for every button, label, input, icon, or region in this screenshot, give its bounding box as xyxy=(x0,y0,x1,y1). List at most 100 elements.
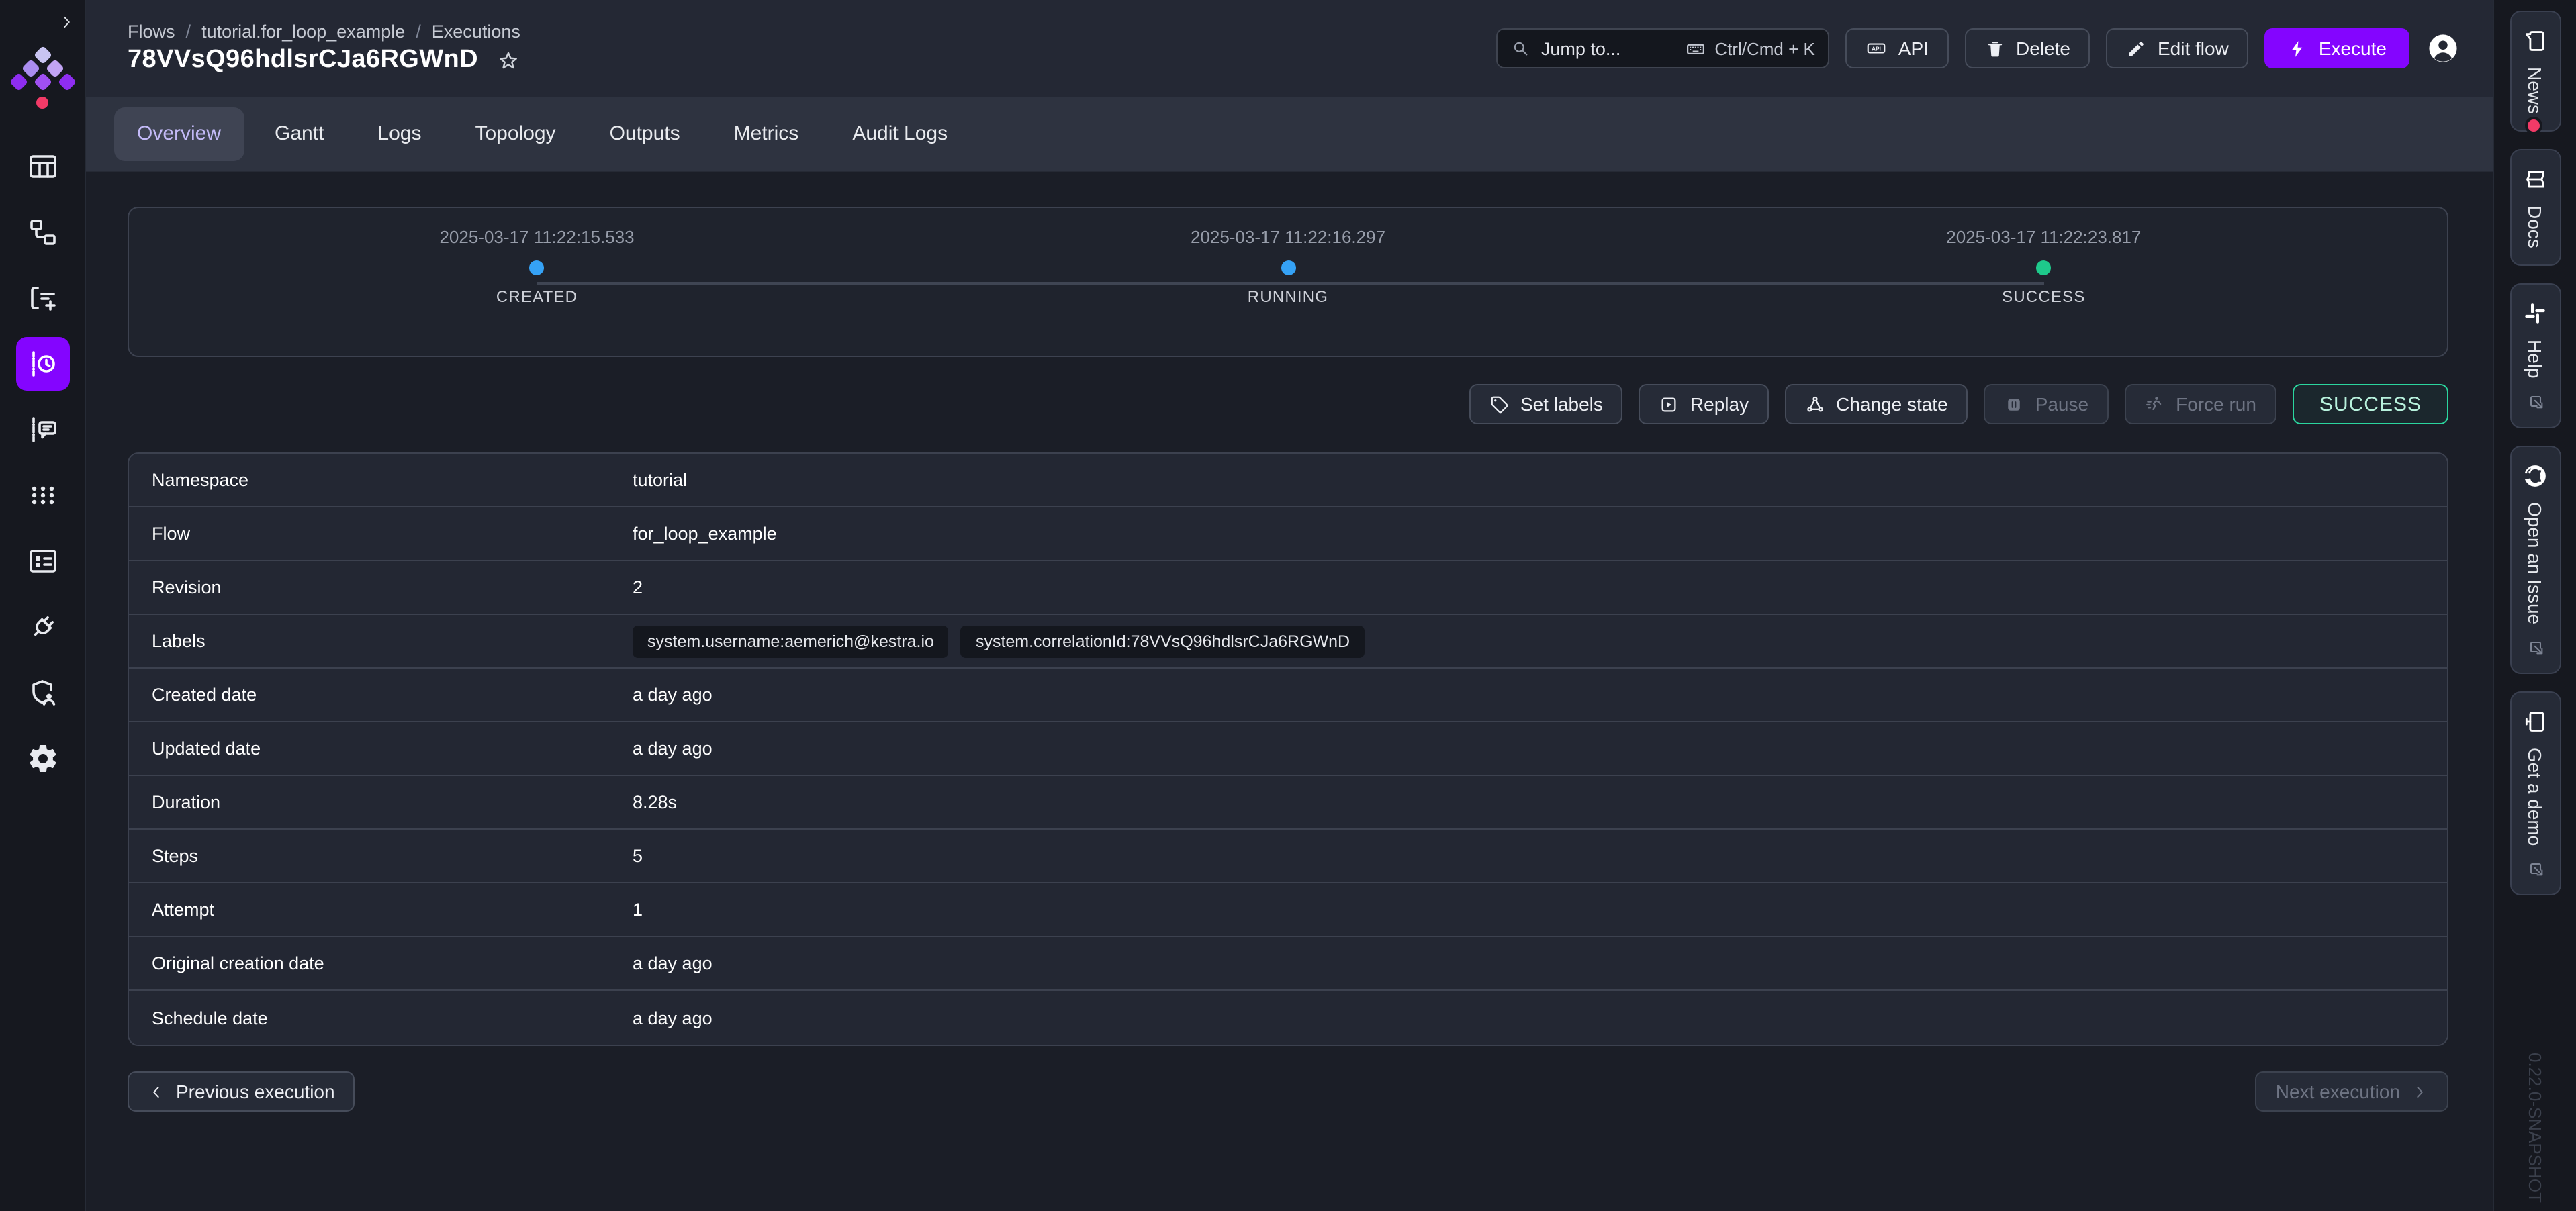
header-actions: Jump to... Ctrl/Cmd + K API API Delete xyxy=(1497,28,2460,68)
rail-button-news[interactable]: News xyxy=(2510,11,2561,132)
row-value: for_loop_example xyxy=(633,524,777,544)
row-label: Attempt xyxy=(129,900,633,920)
button-label: Pause xyxy=(2035,393,2088,415)
tab-label: Outputs xyxy=(610,122,680,145)
keyboard-icon xyxy=(1685,38,1705,58)
row-value-text: a day ago xyxy=(633,685,712,705)
left-sidebar xyxy=(0,0,86,1211)
replay-icon xyxy=(1659,394,1680,414)
open-in-new-icon xyxy=(2526,391,2544,410)
sidebar-nav xyxy=(0,140,85,785)
sidebar-item-flows[interactable] xyxy=(15,205,69,259)
label-chip[interactable]: system.correlationId:78VVsQ96hdlsrCJa6RG… xyxy=(961,625,1365,657)
tab-metrics[interactable]: Metrics xyxy=(711,107,822,160)
lightning-icon xyxy=(2288,38,2308,58)
logo-diamond xyxy=(57,72,76,91)
delete-button[interactable]: Delete xyxy=(1965,28,2090,68)
rail-button-help[interactable]: Help xyxy=(2510,283,2561,428)
breadcrumb-item-tutorial-for-loop-example[interactable]: tutorial.for_loop_example xyxy=(201,21,405,42)
actions-row: Set labels Replay Change state Pause Force r… xyxy=(128,384,2448,424)
chevron-left-icon xyxy=(148,1083,165,1100)
plug-icon xyxy=(26,611,58,643)
row-value-text: a day ago xyxy=(633,1008,712,1028)
milestone-success: 2025-03-17 11:22:23.817SUCCESS xyxy=(1896,208,2191,305)
version-label: 0.22.0-SNAPSHOT xyxy=(2525,1053,2545,1203)
execute-button[interactable]: Execute xyxy=(2265,28,2409,68)
api-button[interactable]: API API xyxy=(1846,28,1949,68)
book-icon xyxy=(2522,166,2548,192)
set-labels-button[interactable]: Set labels xyxy=(1469,384,1623,424)
sidebar-item-namespaces[interactable] xyxy=(15,469,69,522)
replay-button[interactable]: Replay xyxy=(1639,384,1769,424)
row-label: Flow xyxy=(129,524,633,544)
button-label: Set labels xyxy=(1520,393,1603,415)
milestone-state: RUNNING xyxy=(1140,287,1436,305)
rail-button-get-a-demo[interactable]: Get a demo xyxy=(2510,691,2561,895)
sidebar-item-plugins[interactable] xyxy=(15,600,69,654)
tag-icon xyxy=(1489,394,1510,414)
sidebar-item-settings[interactable] xyxy=(15,732,69,785)
row-label: Namespace xyxy=(129,470,633,490)
sidebar-item-logs[interactable] xyxy=(15,403,69,456)
row-label: Revision xyxy=(129,577,633,597)
pause-button[interactable]: Pause xyxy=(1984,384,2109,424)
row-label: Created date xyxy=(129,685,633,705)
sidebar-item-executions[interactable] xyxy=(15,337,69,391)
next-execution-button[interactable]: Next execution xyxy=(2256,1071,2448,1112)
kestra-logo[interactable] xyxy=(13,44,72,111)
tab-gantt[interactable]: Gantt xyxy=(252,107,347,160)
table-row-updated-date: Updated datea day ago xyxy=(129,722,2447,776)
row-value-text: a day ago xyxy=(633,738,712,759)
logo-diamond xyxy=(45,59,64,78)
sidebar-item-administration[interactable] xyxy=(15,666,69,720)
edit-flow-button[interactable]: Edit flow xyxy=(2107,28,2249,68)
rail-button-docs[interactable]: Docs xyxy=(2510,149,2561,266)
header: Flows/tutorial.for_loop_example/Executio… xyxy=(86,0,2493,97)
table-row-labels: Labelssystem.username:aemerich@kestra.io… xyxy=(129,615,2447,669)
logo-diamond xyxy=(9,72,28,91)
chevron-right-icon xyxy=(2411,1083,2428,1100)
label-chip[interactable]: system.username:aemerich@kestra.io xyxy=(633,625,949,657)
sidebar-expand-button[interactable] xyxy=(54,12,78,36)
rail-button-label: Get a demo xyxy=(2524,748,2546,846)
sidebar-item-blueprints[interactable] xyxy=(15,534,69,588)
svg-text:API: API xyxy=(1872,46,1882,52)
milestone-state: SUCCESS xyxy=(1896,287,2191,305)
row-value: a day ago xyxy=(633,953,712,973)
force-run-button[interactable]: Force run xyxy=(2125,384,2276,424)
shortcut-hint: Ctrl/Cmd + K xyxy=(1685,38,1815,58)
tab-outputs[interactable]: Outputs xyxy=(587,107,703,160)
user-avatar-button[interactable] xyxy=(2426,31,2460,66)
breadcrumb-item-flows[interactable]: Flows xyxy=(128,21,175,42)
sidebar-item-templates[interactable] xyxy=(15,271,69,325)
previous-execution-button[interactable]: Previous execution xyxy=(128,1071,355,1112)
jump-to-search[interactable]: Jump to... Ctrl/Cmd + K xyxy=(1497,28,1830,68)
jump-to-placeholder: Jump to... xyxy=(1541,38,1621,58)
sidebar-item-dashboards[interactable] xyxy=(15,140,69,193)
table-row-attempt: Attempt1 xyxy=(129,883,2447,937)
button-label: Force run xyxy=(2176,393,2256,415)
breadcrumb: Flows/tutorial.for_loop_example/Executio… xyxy=(128,21,520,42)
breadcrumb-separator: / xyxy=(416,21,421,42)
table-row-schedule-date: Schedule datea day ago xyxy=(129,991,2447,1045)
row-label: Updated date xyxy=(129,738,633,759)
content: 2025-03-17 11:22:15.533CREATED2025-03-17… xyxy=(86,172,2493,1211)
row-value: a day ago xyxy=(633,1008,712,1028)
workflow-icon xyxy=(26,216,58,248)
tab-topology[interactable]: Topology xyxy=(452,107,578,160)
row-value: a day ago xyxy=(633,685,712,705)
logo-diamond xyxy=(33,72,52,91)
rail-button-open-an-issue[interactable]: Open an Issue xyxy=(2510,445,2561,673)
tab-overview[interactable]: Overview xyxy=(114,107,244,160)
change-state-button[interactable]: Change state xyxy=(1785,384,1968,424)
tab-logs[interactable]: Logs xyxy=(355,107,444,160)
row-value-text: 5 xyxy=(633,846,643,866)
breadcrumb-item-executions[interactable]: Executions xyxy=(432,21,520,42)
star-icon[interactable] xyxy=(497,49,520,72)
card-icon xyxy=(26,545,58,577)
search-icon xyxy=(1512,39,1530,58)
milestone-state: CREATED xyxy=(389,287,685,305)
row-value-text: a day ago xyxy=(633,953,712,973)
tab-audit-logs[interactable]: Audit Logs xyxy=(829,107,970,160)
state-icon xyxy=(1805,394,1825,414)
